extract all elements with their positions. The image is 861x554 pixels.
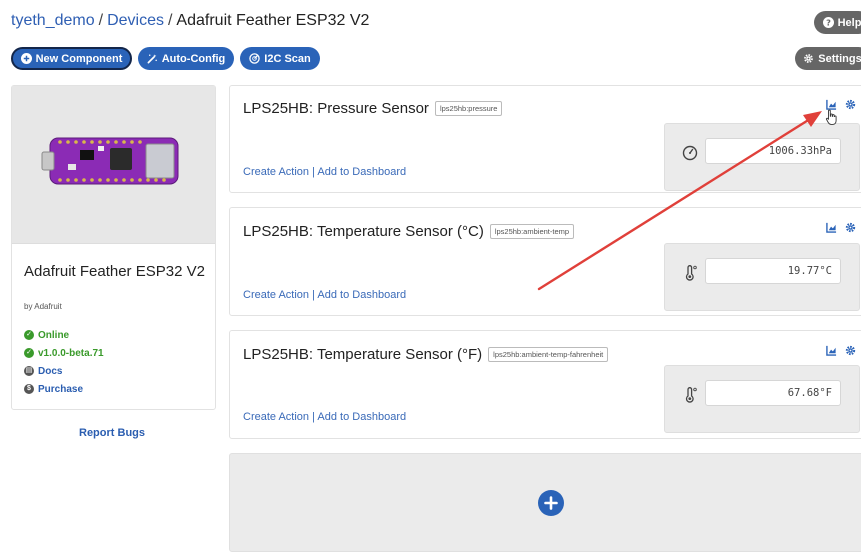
report-bugs-link[interactable]: Report Bugs <box>79 427 145 439</box>
component-value: 1006.33hPa <box>705 138 841 164</box>
breadcrumb-separator: / <box>167 12 173 29</box>
gear-icon[interactable] <box>845 345 856 356</box>
component-card-temperature-f: LPS25HB: Temperature Sensor (°F) lps25hb… <box>229 330 861 439</box>
check-circle-icon: ✓ <box>24 348 34 358</box>
component-value: 67.68°F <box>705 380 841 406</box>
component-key-badge: lps25hb:ambient-temp <box>489 224 575 239</box>
thermometer-icon <box>685 387 697 403</box>
component-title: LPS25HB: Temperature Sensor (°C) lps25hb… <box>243 223 575 240</box>
plus-icon <box>544 496 558 510</box>
add-to-dashboard-link[interactable]: Add to Dashboard <box>317 166 406 178</box>
plus-circle-icon <box>20 53 32 64</box>
gear-icon[interactable] <box>845 222 856 233</box>
component-controls <box>826 345 856 356</box>
component-value: 19.77°C <box>705 258 841 284</box>
gear-icon[interactable] <box>845 99 856 110</box>
device-version: ✓ v1.0.0-beta.71 <box>24 344 104 362</box>
component-key-badge: lps25hb:pressure <box>434 101 503 116</box>
auto-config-label: Auto-Config <box>161 52 226 65</box>
actions-divider: | <box>312 411 315 423</box>
gear-icon <box>804 54 814 63</box>
breadcrumb-separator: / <box>98 12 104 29</box>
create-action-link[interactable]: Create Action <box>243 166 309 178</box>
i2c-scan-button[interactable]: I2C Scan <box>240 47 320 70</box>
purchase-label: Purchase <box>38 383 84 395</box>
device-status: ✓ Online <box>24 326 104 344</box>
thermometer-icon <box>685 265 697 281</box>
svg-text:?: ? <box>826 17 831 27</box>
breadcrumb-user-link[interactable]: tyeth_demo <box>11 12 95 29</box>
magic-wand-icon <box>147 54 157 64</box>
help-label: Help <box>837 16 861 29</box>
dollar-icon: $ <box>24 384 34 394</box>
chart-icon[interactable] <box>826 345 837 356</box>
device-manufacturer: by Adafruit <box>24 302 62 311</box>
breadcrumb-devices-link[interactable]: Devices <box>107 12 164 29</box>
component-controls <box>826 222 856 233</box>
device-status-label: Online <box>38 329 70 341</box>
component-card-temperature-c: LPS25HB: Temperature Sensor (°C) lps25hb… <box>229 207 861 316</box>
docs-label: Docs <box>38 365 63 377</box>
check-circle-icon: ✓ <box>24 330 34 340</box>
component-actions: Create Action | Add to Dashboard <box>243 166 406 178</box>
breadcrumb: tyeth_demo / Devices / Adafruit Feather ESP3… <box>11 12 369 30</box>
component-key-badge: lps25hb:ambient-temp-fahrenheit <box>488 347 609 362</box>
help-button[interactable]: ? Help <box>814 11 861 34</box>
settings-button[interactable]: Settings <box>795 47 861 70</box>
component-readout: 19.77°C <box>664 243 860 311</box>
chart-icon[interactable] <box>826 99 837 110</box>
docs-link[interactable]: ▤ Docs <box>24 362 104 380</box>
add-to-dashboard-link[interactable]: Add to Dashboard <box>317 289 406 301</box>
purchase-link[interactable]: $ Purchase <box>24 380 104 398</box>
book-icon: ▤ <box>24 366 34 376</box>
new-component-button[interactable]: New Component <box>11 47 132 70</box>
component-controls <box>826 99 856 110</box>
actions-divider: | <box>312 166 315 178</box>
device-image <box>12 86 215 244</box>
component-title-text: LPS25HB: Temperature Sensor (°C) <box>243 223 484 240</box>
device-name: Adafruit Feather ESP32 V2 <box>24 263 205 280</box>
gauge-icon <box>682 145 698 161</box>
actions-divider: | <box>312 289 315 301</box>
settings-label: Settings <box>818 52 861 65</box>
add-component-card[interactable] <box>229 453 861 552</box>
auto-config-button[interactable]: Auto-Config <box>138 47 234 70</box>
feather-board-image <box>41 137 179 185</box>
chart-icon[interactable] <box>826 222 837 233</box>
question-icon: ? <box>822 17 834 28</box>
component-actions: Create Action | Add to Dashboard <box>243 289 406 301</box>
component-card-pressure: LPS25HB: Pressure Sensor lps25hb:pressur… <box>229 85 861 193</box>
create-action-link[interactable]: Create Action <box>243 411 309 423</box>
breadcrumb-current: Adafruit Feather ESP32 V2 <box>176 12 370 29</box>
add-to-dashboard-link[interactable]: Add to Dashboard <box>317 411 406 423</box>
component-title: LPS25HB: Temperature Sensor (°F) lps25hb… <box>243 346 609 363</box>
device-links: ✓ Online ✓ v1.0.0-beta.71 ▤ Docs $ Purch… <box>24 326 104 398</box>
component-readout: 1006.33hPa <box>664 123 860 191</box>
component-actions: Create Action | Add to Dashboard <box>243 411 406 423</box>
add-component-button[interactable] <box>538 490 564 516</box>
new-component-label: New Component <box>35 52 123 65</box>
i2c-scan-label: I2C Scan <box>264 52 311 65</box>
component-title-text: LPS25HB: Temperature Sensor (°F) <box>243 346 483 363</box>
scan-icon <box>249 53 260 64</box>
component-readout: 67.68°F <box>664 365 860 433</box>
component-title: LPS25HB: Pressure Sensor lps25hb:pressur… <box>243 100 503 117</box>
create-action-link[interactable]: Create Action <box>243 289 309 301</box>
component-title-text: LPS25HB: Pressure Sensor <box>243 100 429 117</box>
device-card: Adafruit Feather ESP32 V2 by Adafruit ✓ … <box>11 85 216 410</box>
device-version-label: v1.0.0-beta.71 <box>38 347 104 359</box>
